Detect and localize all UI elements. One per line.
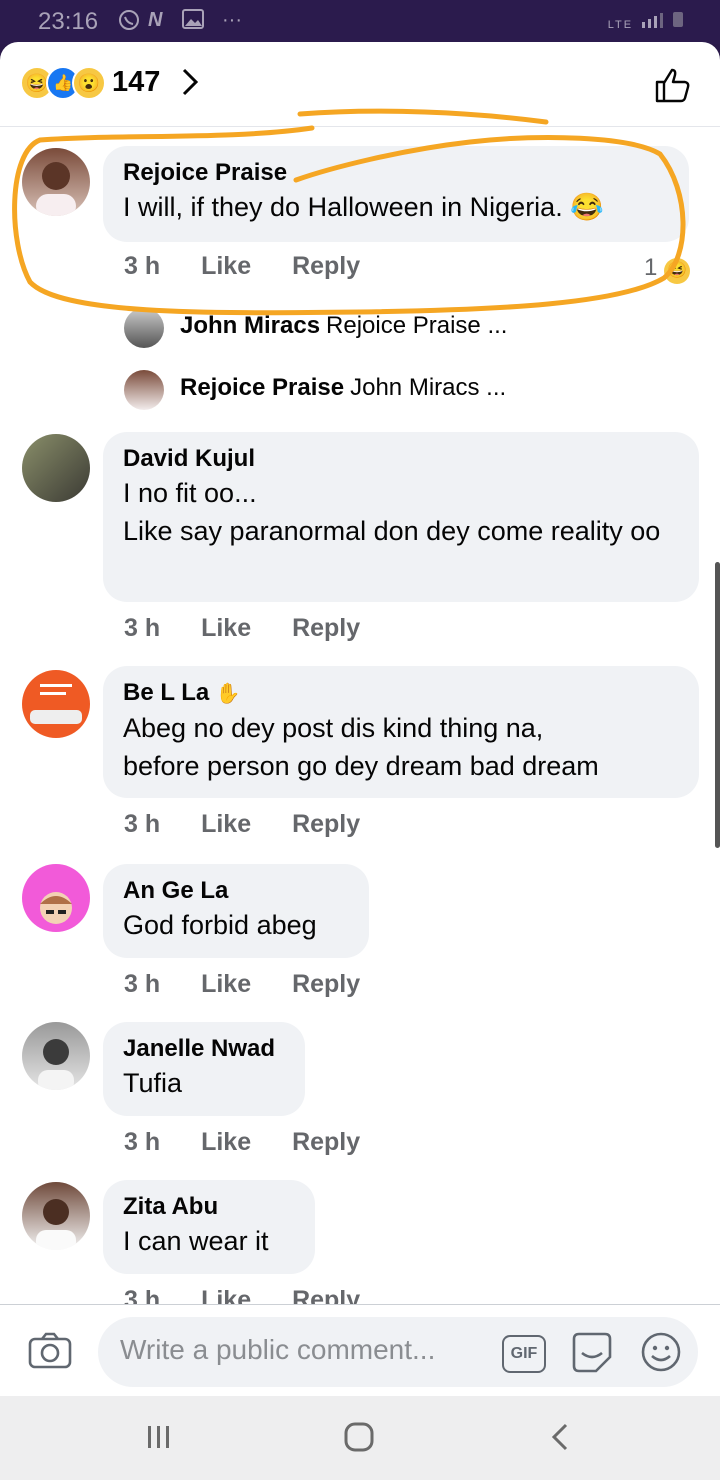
comment-bubble[interactable]: Janelle Nwad Tufia xyxy=(103,1022,305,1116)
reply-button[interactable]: Reply xyxy=(292,970,360,998)
comment-input[interactable]: Write a public comment... GIF xyxy=(98,1317,698,1387)
emoji-icon[interactable] xyxy=(640,1331,682,1378)
like-button[interactable]: Like xyxy=(201,1128,251,1156)
wow-icon: 😮 xyxy=(72,66,106,100)
reply-target: John Miracs ... xyxy=(350,374,507,401)
home-icon[interactable] xyxy=(344,1422,374,1457)
reply-button[interactable]: Reply xyxy=(292,252,360,280)
signal-icon xyxy=(641,13,663,28)
comment-text: Abeg no dey post dis kind thing na, befo… xyxy=(123,713,599,781)
reactions-header[interactable]: 😆 👍 😮 147 xyxy=(0,42,720,127)
waving-hand-icon: ✋ xyxy=(215,683,241,705)
comment-actions: 3 h Like Reply xyxy=(124,970,394,999)
comment-time: 3 h xyxy=(124,252,161,280)
avatar[interactable] xyxy=(22,1182,90,1250)
reply-author: John Miracs xyxy=(180,312,321,339)
recent-apps-icon[interactable] xyxy=(144,1422,174,1457)
comment-text: God forbid abeg xyxy=(123,910,317,940)
reply-author: Rejoice Praise xyxy=(180,374,345,401)
camera-icon[interactable] xyxy=(28,1331,72,1374)
like-button[interactable]: Like xyxy=(201,970,251,998)
comment-actions: 3 h Like Reply xyxy=(124,1128,394,1157)
comments-sheet: 😆 👍 😮 147 Rejoice Praise I will, if they… xyxy=(0,42,720,1396)
network-indicator: LTE xyxy=(608,10,684,33)
comment-author[interactable]: Be L La ✋ xyxy=(123,678,679,709)
comment-bubble[interactable]: Rejoice Praise I will, if they do Hallow… xyxy=(103,146,689,242)
reply-button[interactable]: Reply xyxy=(292,1128,360,1156)
comment-bubble[interactable]: Zita Abu I can wear it xyxy=(103,1180,315,1274)
reaction-count[interactable]: 147 xyxy=(112,66,160,99)
comment-actions: 3 h Like Reply xyxy=(124,252,394,281)
like-post-icon[interactable] xyxy=(654,66,692,109)
reply-target: Rejoice Praise ... xyxy=(326,312,508,339)
like-button[interactable]: Like xyxy=(201,252,251,280)
comment-text: I can wear it xyxy=(123,1226,269,1256)
comment-author[interactable]: An Ge La xyxy=(123,876,349,906)
haha-icon: 😆 xyxy=(664,258,690,284)
whatsapp-icon xyxy=(118,9,140,37)
system-nav-bar xyxy=(0,1396,720,1480)
comment-bubble[interactable]: Be L La ✋ Abeg no dey post dis kind thin… xyxy=(103,666,699,798)
comment-text: I will, if they do Halloween in Nigeria.… xyxy=(123,192,604,222)
comment-actions: 3 h Like Reply xyxy=(124,614,394,643)
comment-author[interactable]: Rejoice Praise xyxy=(123,158,669,188)
comment-input-placeholder: Write a public comment... xyxy=(120,1334,436,1365)
status-bar: 23:16 N ··· LTE xyxy=(0,0,720,44)
avatar xyxy=(124,370,164,410)
avatar xyxy=(124,308,164,348)
gif-button[interactable]: GIF xyxy=(502,1335,546,1373)
sticker-icon[interactable] xyxy=(570,1331,614,1378)
comment-actions: 3 h Like Reply xyxy=(124,810,394,839)
avatar[interactable] xyxy=(22,1022,90,1090)
comment-author[interactable]: Zita Abu xyxy=(123,1192,295,1222)
comment-composer: Write a public comment... GIF xyxy=(0,1304,720,1396)
comment-bubble[interactable]: David Kujul I no fit oo... Like say para… xyxy=(103,432,699,602)
avatar[interactable] xyxy=(22,670,90,738)
comment-text: I no fit oo... Like say paranormal don d… xyxy=(123,478,661,546)
scrollbar[interactable] xyxy=(715,562,720,848)
back-icon[interactable] xyxy=(548,1422,574,1457)
comment-author[interactable]: David Kujul xyxy=(123,444,679,474)
reply-button[interactable]: Reply xyxy=(292,614,360,642)
avatar[interactable] xyxy=(22,148,90,216)
battery-icon xyxy=(673,12,683,27)
n-icon: N xyxy=(148,9,163,31)
comment-time: 3 h xyxy=(124,614,161,642)
avatar[interactable] xyxy=(22,434,90,502)
avatar[interactable] xyxy=(22,864,90,932)
like-button[interactable]: Like xyxy=(201,614,251,642)
status-time: 23:16 xyxy=(38,8,99,35)
reaction-emojis: 😆 👍 😮 xyxy=(20,66,106,100)
comment-time: 3 h xyxy=(124,970,161,998)
comment-bubble[interactable]: An Ge La God forbid abeg xyxy=(103,864,369,958)
comment-time: 3 h xyxy=(124,1128,161,1156)
comment-time: 3 h xyxy=(124,810,161,838)
more-notifications-icon: ··· xyxy=(222,9,242,31)
gallery-icon xyxy=(182,9,204,35)
comment-reaction-count[interactable]: 1 😆 xyxy=(644,254,690,284)
comment-author[interactable]: Janelle Nwad xyxy=(123,1034,285,1064)
like-button[interactable]: Like xyxy=(201,810,251,838)
chevron-right-icon[interactable] xyxy=(180,66,200,103)
comment-text: Tufia xyxy=(123,1068,183,1098)
reply-button[interactable]: Reply xyxy=(292,810,360,838)
